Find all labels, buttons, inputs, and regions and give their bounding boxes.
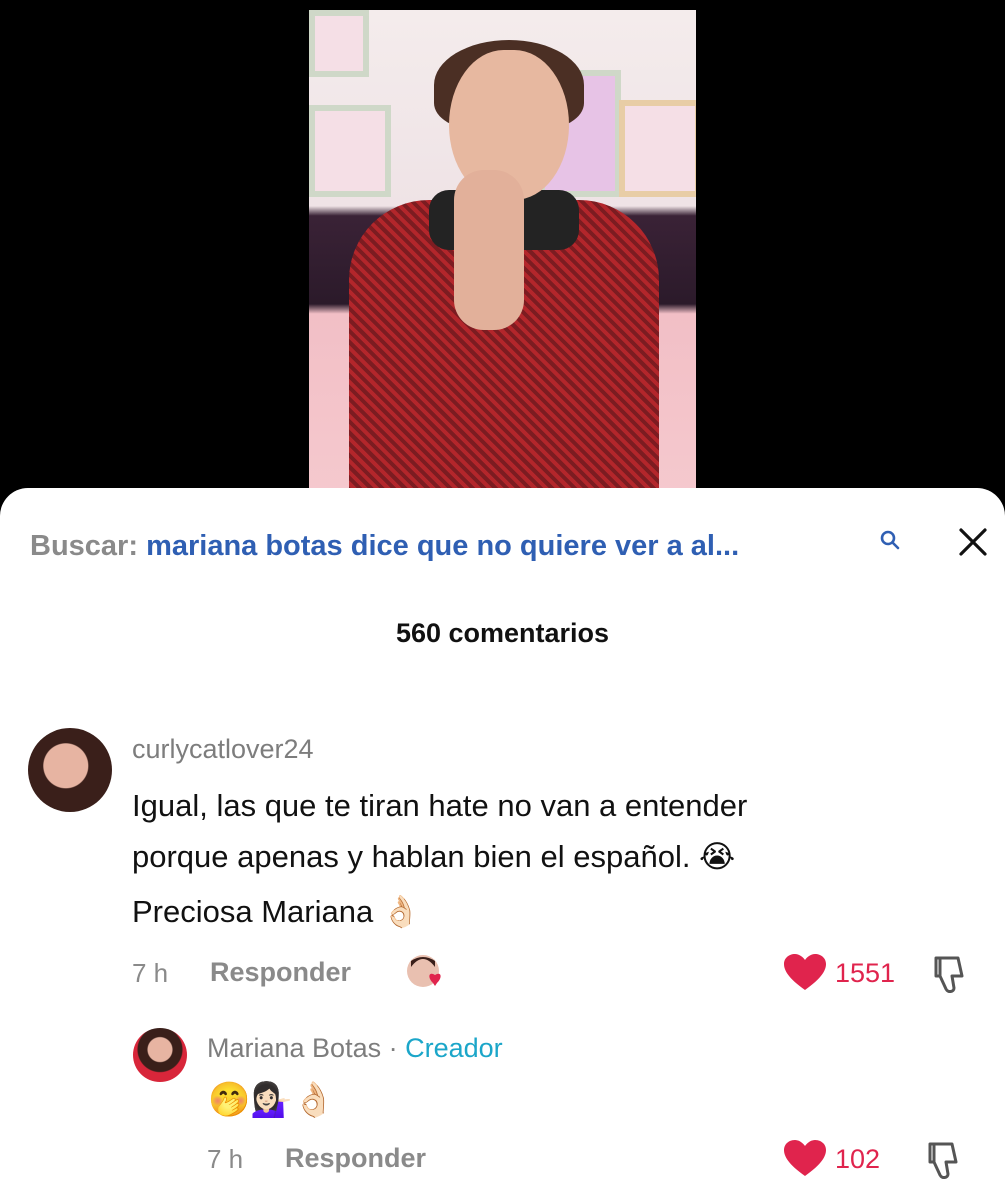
reply-button[interactable]: Responder [210,957,351,988]
comment-time: 7 h [132,958,169,988]
video-player[interactable] [309,10,696,500]
search-label: Buscar: [30,530,138,562]
reply-like-count: 102 [835,1144,881,1174]
comment-line: Igual, las que te tiran hate no van a en… [132,788,748,823]
creator-badge: Creador [405,1033,503,1063]
comment-line: porque apenas y hablan bien el español. … [132,839,736,874]
avatar[interactable] [28,728,112,812]
separator: · [381,1033,406,1063]
like-count: 1551 [835,958,896,988]
close-icon[interactable] [955,524,991,560]
comments-sheet: Buscar: mariana botas dice que no quiere… [0,488,1005,1200]
reply-username[interactable]: Mariana Botas [207,1033,381,1063]
search-query[interactable]: mariana botas dice que no quiere ver a a… [146,530,739,562]
creator-liked-icon [407,955,441,987]
comments-count: 560 comentarios [395,618,610,648]
creator-avatar[interactable] [133,1028,187,1082]
reply-text: 🤭💁🏻‍♀️👌🏻 [208,1081,336,1119]
search-bar[interactable]: Buscar: mariana botas dice que no quiere… [30,526,987,566]
clipped-row [200,674,560,682]
reply-time: 7 h [207,1144,244,1174]
dislike-icon[interactable] [928,954,970,996]
like-heart-icon[interactable] [784,954,826,992]
comment-text: Igual, las que te tiran hate no van a en… [132,780,892,882]
comment-username[interactable]: curlycatlover24 [132,734,314,765]
reply-reply-button[interactable]: Responder [285,1143,426,1174]
dislike-icon[interactable] [922,1140,964,1182]
search-icon[interactable] [878,528,902,552]
reply-username-row: Mariana Botas · Creador [207,1033,503,1064]
like-heart-icon[interactable] [784,1140,826,1178]
video-person [339,40,669,500]
comment-text-extra: Preciosa Mariana 👌🏻 [132,894,421,929]
